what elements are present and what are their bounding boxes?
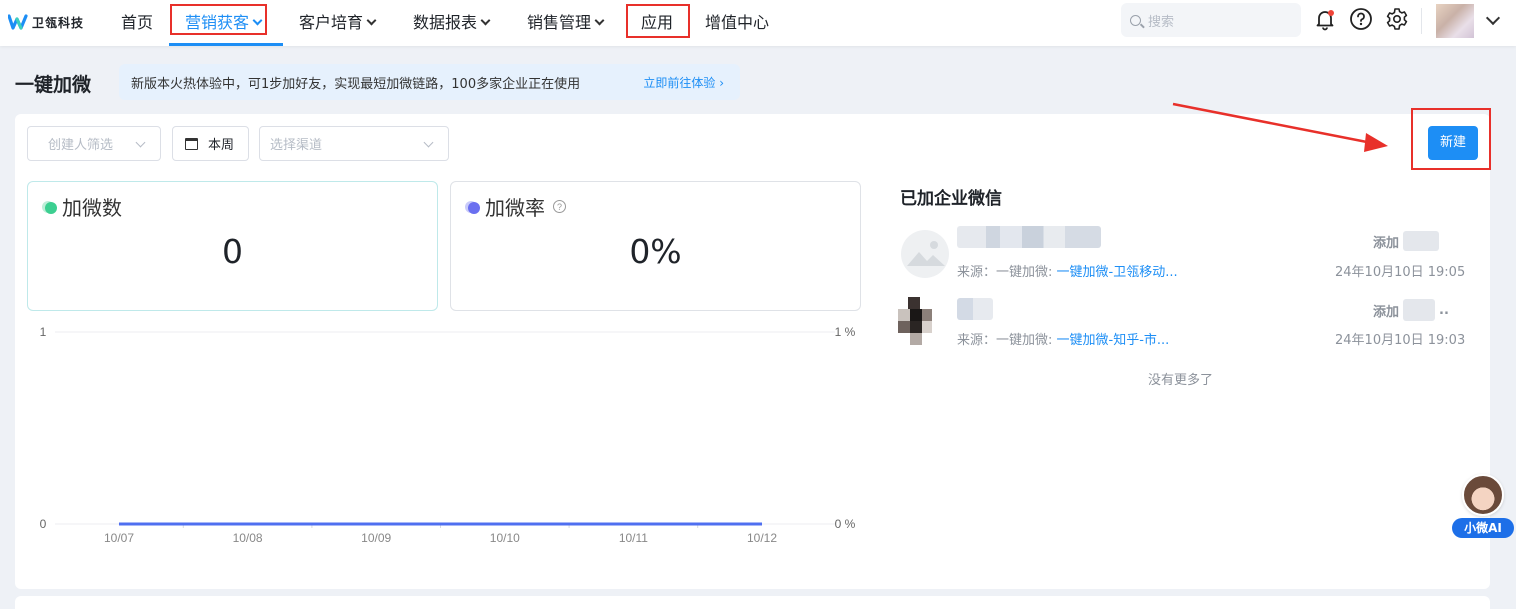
brand-logo[interactable]: 卫瓴科技	[8, 12, 84, 32]
y-right-tick-label: 1 %	[835, 325, 856, 339]
added-label: 添加	[1373, 304, 1400, 320]
page-title: 一键加微	[15, 74, 92, 96]
nav-value-center[interactable]: 增值中心	[705, 0, 769, 46]
chevron-down-icon	[594, 15, 605, 26]
list-title: 已加企业微信	[900, 189, 1002, 209]
help-icon[interactable]	[1349, 7, 1373, 31]
chevron-down-icon	[480, 15, 491, 26]
source-prefix: 来源：一键加微:	[957, 265, 1057, 280]
added-label: 添加	[1373, 235, 1400, 251]
added-time: 24年10月10日 19:03	[1335, 333, 1466, 348]
assistant-label: 小微AI	[1452, 518, 1514, 538]
search-icon	[1130, 14, 1141, 26]
search-input[interactable]: 搜索	[1121, 3, 1301, 37]
add-trend-chart: 1 1 % 0 0 % 10/07 10/08 10/09 10/10 10/11 10/12	[40, 325, 856, 545]
x-tick-label: 10/08	[233, 531, 263, 545]
added-time: 24年10月10日 19:05	[1335, 265, 1466, 280]
banner-link[interactable]: 立即前往体验 ›	[643, 74, 724, 91]
stat-card-add-rate: 加微率 ? 0%	[450, 181, 861, 311]
nav-value-center-label: 增值中心	[705, 13, 770, 32]
active-tab-indicator	[169, 43, 283, 46]
annotation-box-apps	[626, 4, 690, 38]
gear-icon[interactable]	[1385, 7, 1409, 31]
x-tick-label: 10/11	[619, 531, 648, 545]
source-text: 来源：一键加微: 一键加微-卫瓴移动...	[957, 261, 1178, 280]
stat-value: 0	[222, 232, 243, 271]
list-end-text: 没有更多了	[1148, 373, 1214, 388]
contact-avatar	[901, 230, 949, 278]
annotation-box-new	[1411, 108, 1491, 170]
creator-filter-select[interactable]: 创建人筛选	[27, 126, 161, 161]
stat-value: 0%	[629, 232, 682, 271]
added-suffix: ..	[1439, 302, 1449, 318]
logo-icon	[8, 14, 28, 30]
added-by-blurred	[1403, 231, 1440, 251]
nav-home[interactable]: 首页	[121, 0, 153, 46]
stat-card-add-count: 加微数 0	[27, 181, 438, 311]
nav-sales[interactable]: 销售管理	[527, 0, 605, 46]
stat-label: 加微数	[62, 196, 122, 220]
chevron-down-icon	[423, 137, 434, 148]
add-rate-icon	[465, 200, 480, 214]
chevron-down-icon	[366, 15, 377, 26]
chevron-down-icon[interactable]	[1485, 10, 1501, 26]
contact-avatar	[898, 297, 946, 345]
banner-text: 新版本火热体验中，可1步加好友，实现最短加微链路，100多家企业正在使用	[131, 76, 581, 92]
channel-placeholder: 选择渠道	[270, 138, 323, 153]
y-right-tick-label: 0 %	[835, 517, 856, 531]
assistant-avatar	[1462, 474, 1504, 516]
main-card: 创建人筛选 本周 选择渠道 加微数 0 加微率 ? 0% 1 1 % 0 0 % …	[15, 114, 1490, 589]
added-by: 添加	[1373, 231, 1440, 251]
x-tick-label: 10/10	[490, 531, 520, 545]
contact-name-blurred	[957, 298, 993, 320]
ai-assistant-button[interactable]: 小微AI	[1452, 472, 1514, 538]
channel-select[interactable]: 选择渠道	[259, 126, 449, 161]
search-placeholder: 搜索	[1148, 14, 1175, 30]
source-text: 来源：一键加微: 一键加微-知乎-市...	[957, 329, 1169, 348]
added-by-blurred	[1403, 299, 1436, 321]
source-link[interactable]: 一键加微-卫瓴移动...	[1057, 265, 1178, 280]
nav-customer-label: 客户培育	[299, 13, 364, 32]
bell-icon[interactable]	[1313, 7, 1337, 31]
x-tick-label: 10/09	[361, 531, 391, 545]
help-icon[interactable]: ?	[553, 200, 566, 213]
add-count-icon	[42, 200, 57, 214]
period-picker[interactable]: 本周	[172, 126, 249, 161]
nav-home-label: 首页	[121, 13, 154, 32]
next-card-edge	[15, 596, 1490, 609]
promo-banner: 新版本火热体验中，可1步加好友，实现最短加微链路，100多家企业正在使用 立即前…	[119, 64, 740, 100]
nav-reports[interactable]: 数据报表	[413, 0, 491, 46]
user-avatar[interactable]	[1436, 4, 1474, 38]
added-by: 添加 ..	[1373, 299, 1449, 321]
chevron-down-icon	[135, 137, 146, 148]
x-tick-label: 10/07	[104, 531, 134, 545]
annotation-box-marketing	[170, 4, 267, 35]
source-link[interactable]: 一键加微-知乎-市...	[1057, 333, 1170, 348]
nav-reports-label: 数据报表	[413, 13, 478, 32]
period-label: 本周	[208, 138, 235, 153]
source-prefix: 来源：一键加微:	[957, 333, 1057, 348]
y-left-tick-label: 1	[40, 325, 47, 339]
brand-name: 卫瓴科技	[32, 15, 85, 30]
contact-name-blurred	[957, 226, 1101, 248]
x-tick-label: 10/12	[747, 531, 777, 545]
nav-customer[interactable]: 客户培育	[299, 0, 377, 46]
stat-label: 加微率	[485, 196, 545, 220]
creator-filter-placeholder: 创建人筛选	[48, 138, 114, 153]
calendar-icon	[185, 137, 198, 150]
divider	[1421, 8, 1422, 34]
nav-sales-label: 销售管理	[527, 13, 592, 32]
y-left-tick-label: 0	[40, 517, 47, 531]
